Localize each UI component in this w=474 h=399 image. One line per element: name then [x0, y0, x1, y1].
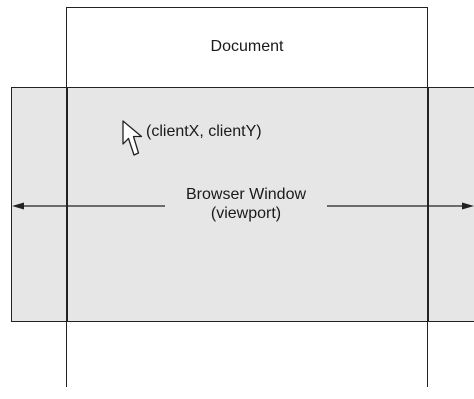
arrowhead-right-icon	[462, 202, 474, 210]
viewport-subtitle: (viewport)	[210, 205, 282, 222]
mouse-pointer-icon	[122, 120, 143, 156]
arrowhead-left-icon	[12, 202, 24, 210]
viewport-label: Browser Window (viewport)	[165, 185, 327, 223]
client-coordinates-label: (clientX, clientY)	[146, 123, 262, 140]
viewport-title: Browser Window	[185, 186, 307, 203]
